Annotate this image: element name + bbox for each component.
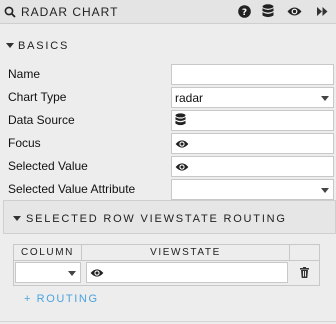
action-header <box>290 245 319 260</box>
chart-type-label: Chart Type <box>8 90 67 104</box>
column-select[interactable] <box>15 262 81 283</box>
focus-label: Focus <box>8 136 41 150</box>
panel-title: RADAR CHART <box>21 5 119 19</box>
collapse-caret-icon[interactable] <box>6 43 14 48</box>
viewstate-field[interactable] <box>86 262 288 283</box>
viewstate-routing-header[interactable]: SELECTED ROW VIEWSTATE ROUTING <box>3 200 336 234</box>
svg-text:?: ? <box>242 8 247 18</box>
chevron-down-icon <box>321 96 329 101</box>
eye-icon[interactable] <box>175 162 189 172</box>
selected-value-field[interactable] <box>171 156 334 177</box>
viewstate-header: VIEWSTATE <box>82 245 290 260</box>
collapse-caret-icon[interactable] <box>13 216 21 221</box>
chevron-down-icon <box>68 271 76 276</box>
name-field[interactable] <box>171 64 334 85</box>
routing-table: COLUMN VIEWSTATE <box>13 244 320 286</box>
data-source-field[interactable] <box>171 110 334 131</box>
database-icon[interactable] <box>175 113 186 127</box>
basics-title: BASICS <box>18 40 70 52</box>
column-header: COLUMN <box>14 245 82 260</box>
data-source-label: Data Source <box>8 113 75 127</box>
help-icon[interactable]: ? <box>238 5 251 18</box>
add-routing-button[interactable]: + ROUTING <box>24 293 99 305</box>
database-icon[interactable] <box>262 4 274 19</box>
header-divider <box>14 260 319 261</box>
bottom-divider <box>0 321 336 322</box>
chart-type-select[interactable]: radar <box>171 87 334 108</box>
selected-value-attribute-select[interactable] <box>171 179 334 200</box>
name-label: Name <box>8 67 41 81</box>
search-icon[interactable] <box>4 6 16 18</box>
selected-value-attribute-label: Selected Value Attribute <box>8 182 136 196</box>
eye-icon[interactable] <box>90 268 104 278</box>
routing-title: SELECTED ROW VIEWSTATE ROUTING <box>26 213 287 225</box>
chevron-down-icon <box>321 188 329 193</box>
basics-section-header[interactable]: BASICS <box>0 34 336 58</box>
selected-value-label: Selected Value <box>8 159 88 173</box>
trash-icon[interactable] <box>300 267 309 278</box>
eye-icon[interactable] <box>287 6 302 17</box>
chart-type-value: radar <box>175 91 204 105</box>
panel-titlebar: RADAR CHART ? <box>0 0 336 24</box>
focus-field[interactable] <box>171 133 334 154</box>
fast-forward-icon[interactable] <box>317 7 328 16</box>
eye-icon[interactable] <box>175 139 189 149</box>
